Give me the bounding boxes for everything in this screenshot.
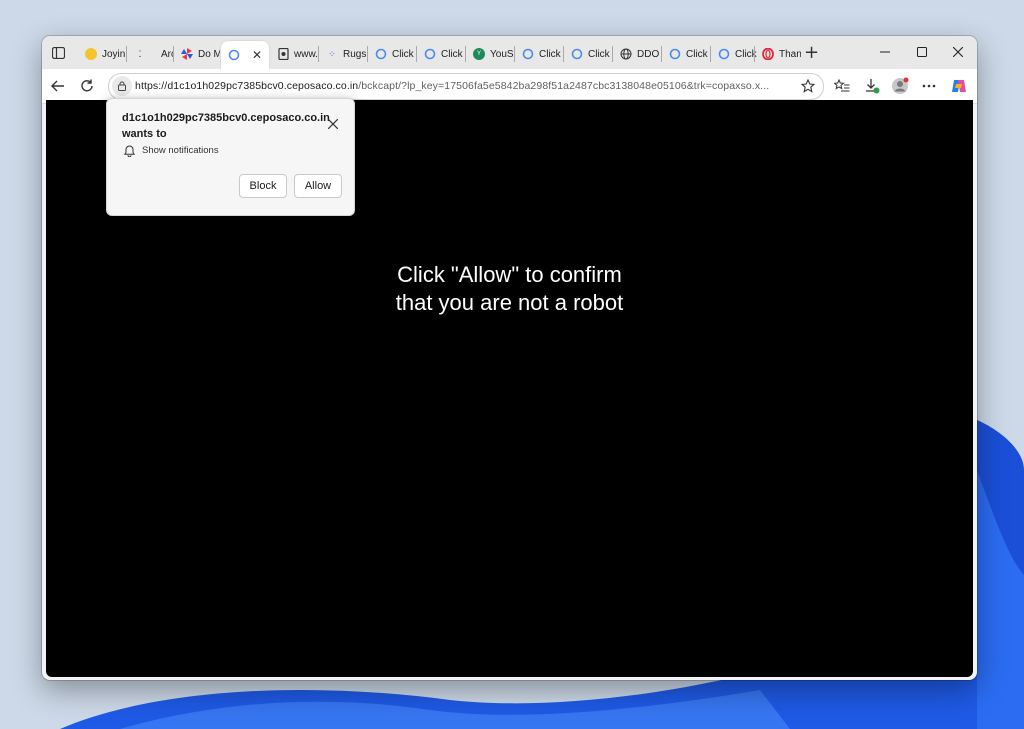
tab-yous[interactable]: Y YouS bbox=[466, 41, 514, 67]
minimize-icon bbox=[880, 51, 890, 53]
tab-title: www. bbox=[294, 48, 318, 60]
tab-than[interactable]: Than bbox=[755, 41, 801, 67]
globe-icon bbox=[620, 48, 632, 60]
tab-title: Click bbox=[588, 48, 610, 60]
url-path: /bckcapt/?lp_key=17506fa5e5842ba298f51a2… bbox=[358, 80, 770, 92]
tab-title: Do M bbox=[198, 48, 220, 60]
blue-shapes-icon bbox=[375, 48, 387, 60]
url-text: https://d1c1o1h029pc7385bcv0.ceposaco.co… bbox=[135, 80, 797, 92]
blue-shapes-icon bbox=[424, 48, 436, 60]
refresh-icon bbox=[81, 79, 93, 92]
blue-shapes-icon bbox=[228, 49, 240, 61]
site-info-button[interactable] bbox=[112, 76, 132, 96]
tab-active[interactable]: ✕ bbox=[221, 41, 269, 69]
maximize-icon bbox=[917, 47, 927, 57]
tab-click-2[interactable]: Click bbox=[417, 41, 465, 67]
tab-click-6[interactable]: Click bbox=[711, 41, 757, 67]
copilot-icon bbox=[952, 80, 966, 92]
favorites-list-icon bbox=[834, 79, 850, 92]
favorites-button[interactable] bbox=[830, 75, 854, 97]
tab-title: Joyin bbox=[102, 48, 126, 60]
popup-origin: d1c1o1h029pc7385bcv0.ceposaco.co.in bbox=[122, 112, 330, 124]
tab-title: Click bbox=[539, 48, 561, 60]
minimize-button[interactable] bbox=[870, 42, 900, 62]
more-dots-icon bbox=[922, 84, 936, 88]
block-button[interactable]: Block bbox=[239, 174, 287, 198]
downloads-button[interactable] bbox=[860, 75, 884, 97]
tab-aron[interactable]: ⁚ Aron bbox=[127, 41, 173, 67]
page-icon bbox=[277, 48, 289, 60]
message-line-1: Click "Allow" to confirm bbox=[397, 262, 622, 287]
tab-www[interactable]: www. bbox=[270, 41, 318, 67]
tab-bar: Joyin ⁚ Aron Do M ✕ bbox=[42, 36, 977, 69]
back-button[interactable] bbox=[46, 75, 70, 97]
popup-wants-to: wants to bbox=[122, 128, 167, 140]
pinwheel-icon bbox=[181, 48, 193, 60]
close-window-button[interactable] bbox=[943, 42, 973, 62]
close-tab-icon[interactable]: ✕ bbox=[252, 48, 262, 62]
message-line-2: that you are not a robot bbox=[395, 290, 624, 315]
tab-ddo[interactable]: DDO bbox=[613, 41, 661, 67]
blue-shapes-icon bbox=[718, 48, 730, 60]
new-tab-button[interactable]: + bbox=[804, 44, 819, 62]
back-arrow-icon bbox=[51, 80, 64, 92]
tab-title: DDO bbox=[637, 48, 660, 60]
address-bar[interactable]: https://d1c1o1h029pc7385bcv0.ceposaco.co… bbox=[108, 73, 824, 100]
tab-click-5[interactable]: Click bbox=[662, 41, 710, 67]
tab-title: Rugs bbox=[343, 48, 367, 60]
page-message: Click "Allow" to confirm that you are no… bbox=[46, 261, 973, 317]
tab-rugs[interactable]: ⁘ Rugs bbox=[319, 41, 367, 67]
green-circle-icon: Y bbox=[473, 48, 485, 60]
tab-joyin[interactable]: Joyin bbox=[78, 41, 126, 67]
avatar-icon bbox=[892, 77, 909, 94]
lock-icon bbox=[118, 81, 126, 91]
yellow-circle-icon bbox=[85, 48, 97, 60]
permission-label: Show notifications bbox=[142, 145, 219, 156]
tab-title: Click bbox=[441, 48, 463, 60]
popup-close-button[interactable] bbox=[326, 117, 340, 131]
tab-do-m[interactable]: Do M bbox=[174, 41, 220, 67]
maximize-button[interactable] bbox=[907, 42, 937, 62]
settings-menu-button[interactable] bbox=[917, 75, 941, 97]
tab-title: Click bbox=[392, 48, 414, 60]
opera-icon bbox=[762, 48, 774, 60]
popup-permission: Show notifications bbox=[123, 144, 219, 157]
copilot-button[interactable] bbox=[947, 75, 971, 97]
profile-button[interactable] bbox=[888, 75, 912, 97]
tab-title: Aron bbox=[161, 48, 173, 60]
close-icon bbox=[953, 47, 963, 57]
tab-title: Than bbox=[779, 48, 801, 60]
tab-title: Click bbox=[686, 48, 708, 60]
vertical-tabs-icon bbox=[51, 47, 65, 59]
bell-icon bbox=[123, 144, 136, 157]
url-host: https://d1c1o1h029pc7385bcv0.ceposaco.co… bbox=[135, 80, 359, 92]
refresh-button[interactable] bbox=[75, 75, 99, 97]
dots-icon: ⁚ bbox=[138, 48, 142, 59]
download-icon bbox=[866, 79, 880, 94]
tab-click-4[interactable]: Click bbox=[564, 41, 612, 67]
vertical-tabs-button[interactable] bbox=[47, 43, 69, 63]
star-icon bbox=[801, 79, 815, 93]
dots-icon: ⁘ bbox=[328, 48, 336, 59]
favorite-button[interactable] bbox=[799, 77, 817, 95]
notification-permission-popup: d1c1o1h029pc7385bcv0.ceposaco.co.in want… bbox=[106, 98, 355, 216]
tab-click-3[interactable]: Click bbox=[515, 41, 563, 67]
tab-title: YouS bbox=[490, 48, 514, 60]
blue-shapes-icon bbox=[571, 48, 583, 60]
allow-button[interactable]: Allow bbox=[294, 174, 342, 198]
blue-shapes-icon bbox=[669, 48, 681, 60]
tab-click-1[interactable]: Click bbox=[368, 41, 416, 67]
blue-shapes-icon bbox=[522, 48, 534, 60]
close-icon bbox=[328, 119, 338, 129]
